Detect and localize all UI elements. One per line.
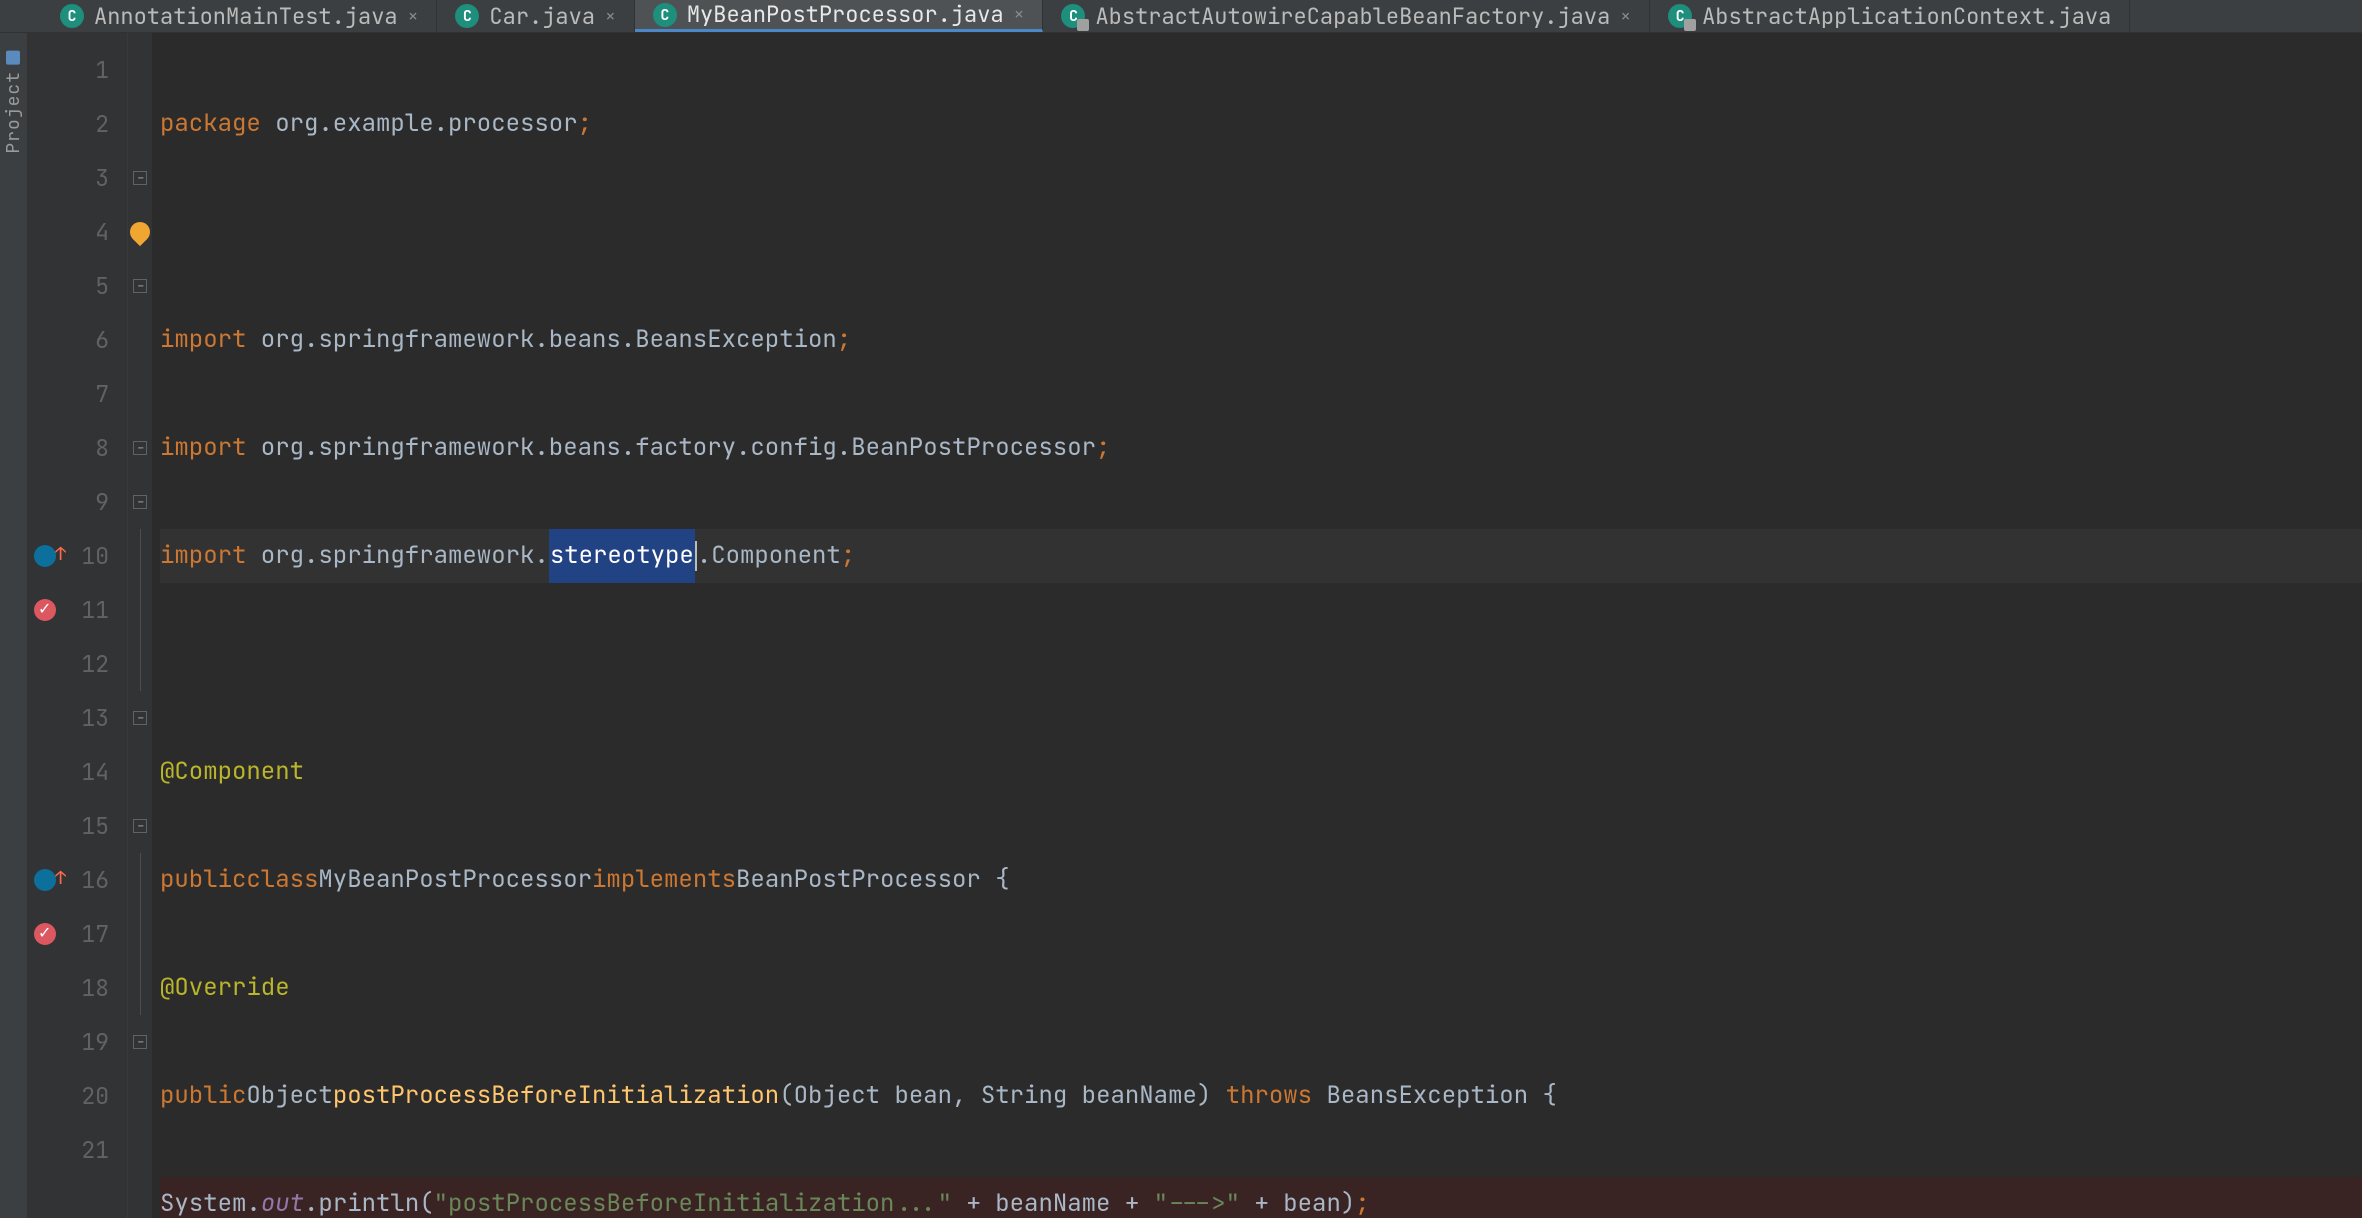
java-class-locked-icon: C [1668, 4, 1692, 28]
fold-toggle-icon[interactable] [133, 1035, 147, 1049]
line-number[interactable]: 4 [28, 205, 127, 259]
gutter[interactable]: 1 2 3 4 5 6 7 8 9 10 11 12 13 14 15 16 1… [28, 33, 128, 1218]
code-editor[interactable]: 1 2 3 4 5 6 7 8 9 10 11 12 13 14 15 16 1… [28, 33, 2362, 1218]
java-class-icon: C [60, 4, 84, 28]
tab-label: Car.java [489, 2, 595, 31]
project-tool-button[interactable]: Project [2, 51, 25, 154]
line-number[interactable]: 16 [28, 853, 127, 907]
tab-annotationmaintest[interactable]: C AnnotationMainTest.java × [42, 0, 437, 32]
fold-toggle-icon[interactable] [133, 495, 147, 509]
line-number[interactable]: 15 [28, 799, 127, 853]
java-class-locked-icon: C [1061, 4, 1085, 28]
line-number[interactable]: 20 [28, 1069, 127, 1123]
line-number[interactable]: 11 [28, 583, 127, 637]
project-icon [7, 51, 21, 65]
line-number[interactable]: 19 [28, 1015, 127, 1069]
close-icon[interactable]: × [605, 5, 616, 28]
editor-body: Project Structure 1 2 3 4 5 6 7 8 9 10 [0, 33, 2362, 1218]
tab-mybeanpostprocessor[interactable]: C MyBeanPostProcessor.java × [635, 0, 1044, 32]
override-marker-icon[interactable] [34, 545, 56, 567]
line-number[interactable]: 17 [28, 907, 127, 961]
tool-window-bar-left: Project Structure [0, 33, 28, 1218]
tab-label: AbstractAutowireCapableBeanFactory.java [1095, 2, 1610, 31]
tab-car[interactable]: C Car.java × [437, 0, 634, 32]
close-icon[interactable]: × [1014, 3, 1025, 26]
fold-toggle-icon[interactable] [133, 441, 147, 455]
line-number[interactable]: 10 [28, 529, 127, 583]
close-icon[interactable]: × [408, 5, 419, 28]
tab-abstractapplicationcontext[interactable]: C AbstractApplicationContext.java [1650, 0, 2130, 32]
line-number[interactable]: 12 [28, 637, 127, 691]
fold-toggle-icon[interactable] [133, 171, 147, 185]
fold-toggle-icon[interactable] [133, 819, 147, 833]
selected-text: stereotype [549, 529, 695, 583]
ide-window: C AnnotationMainTest.java × C Car.java ×… [0, 0, 2362, 1218]
line-number[interactable]: 3 [28, 151, 127, 205]
editor-tab-strip: C AnnotationMainTest.java × C Car.java ×… [0, 0, 2362, 33]
line-number[interactable]: 5 [28, 259, 127, 313]
line-number[interactable]: 8 [28, 421, 127, 475]
tab-label: MyBeanPostProcessor.java [687, 0, 1004, 29]
fold-toggle-icon[interactable] [133, 279, 147, 293]
fold-gutter[interactable] [128, 33, 152, 1218]
line-number[interactable]: 21 [28, 1123, 127, 1177]
breakpoint-icon[interactable] [34, 923, 56, 945]
project-tool-label: Project [2, 71, 25, 154]
override-marker-icon[interactable] [34, 869, 56, 891]
tab-label: AnnotationMainTest.java [94, 2, 398, 31]
line-number[interactable]: 14 [28, 745, 127, 799]
line-number[interactable]: 9 [28, 475, 127, 529]
line-number[interactable]: 6 [28, 313, 127, 367]
intention-bulb-icon[interactable] [126, 218, 154, 246]
line-number[interactable]: 13 [28, 691, 127, 745]
line-number[interactable]: 7 [28, 367, 127, 421]
breakpoint-icon[interactable] [34, 599, 56, 621]
close-icon[interactable]: × [1620, 5, 1631, 28]
fold-toggle-icon[interactable] [133, 711, 147, 725]
line-number[interactable]: 2 [28, 97, 127, 151]
line-number[interactable]: 1 [28, 43, 127, 97]
tab-label: AbstractApplicationContext.java [1702, 2, 2111, 31]
line-number[interactable]: 18 [28, 961, 127, 1015]
tab-abstractautowirecapablebeanfactory[interactable]: C AbstractAutowireCapableBeanFactory.jav… [1043, 0, 1650, 32]
java-class-icon: C [455, 4, 479, 28]
code-area[interactable]: package org.example.processor; import or… [152, 33, 2362, 1218]
java-class-icon: C [653, 3, 677, 27]
